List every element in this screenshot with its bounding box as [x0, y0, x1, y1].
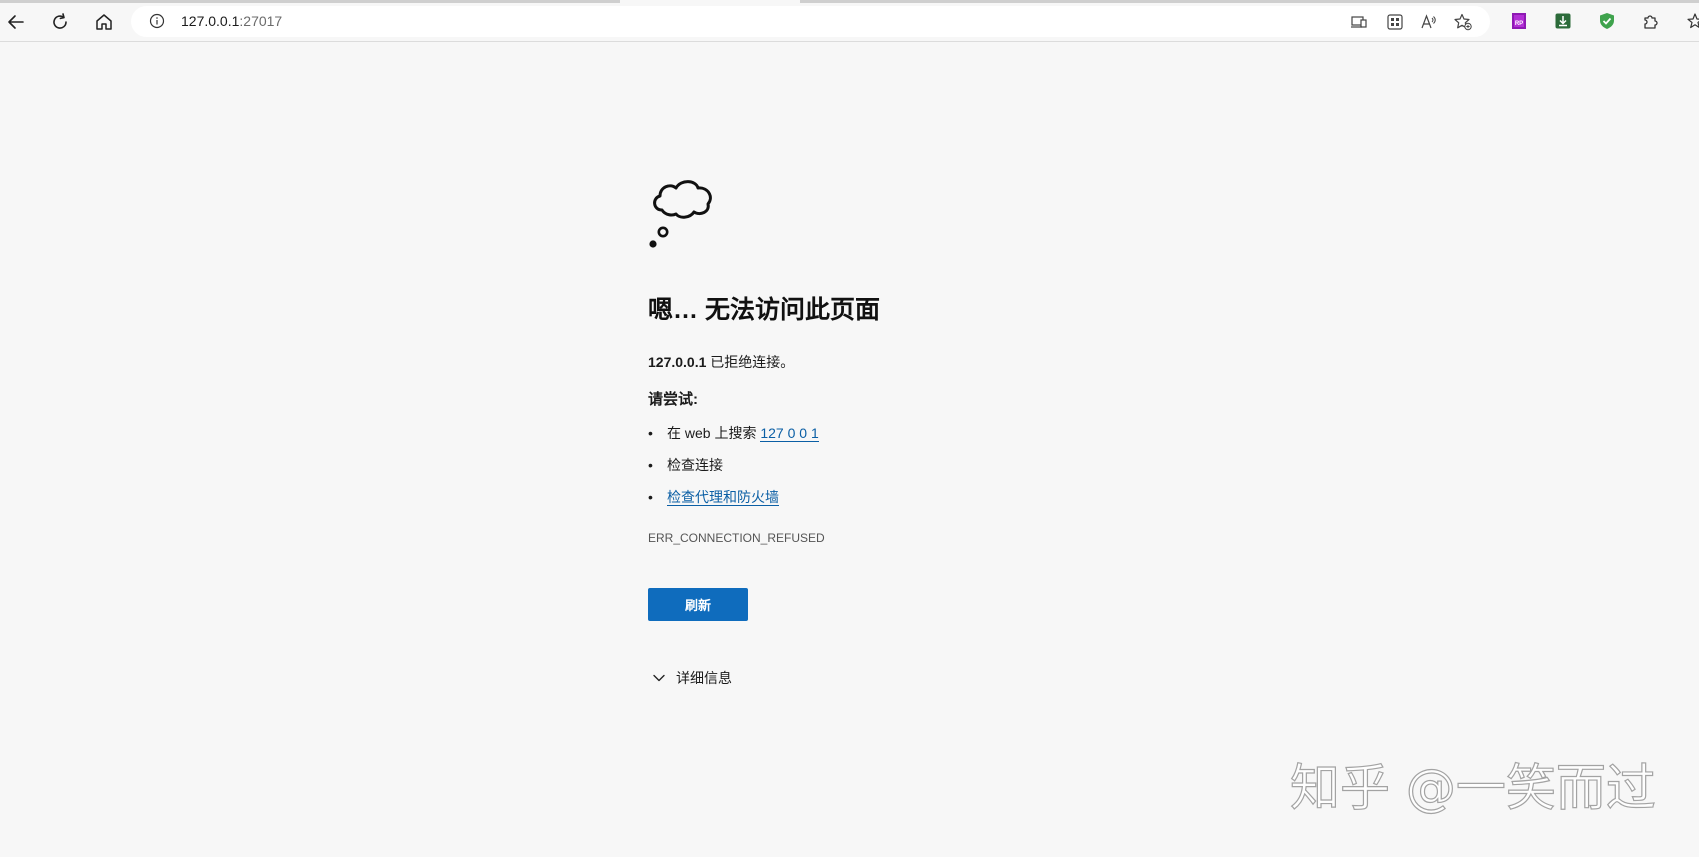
tab-strip-edge	[800, 0, 1699, 3]
error-title: 嗯… 无法访问此页面	[648, 296, 880, 324]
app-available-button[interactable]	[1349, 12, 1369, 32]
add-favorite-icon	[1454, 13, 1472, 31]
shield-extension-icon	[1600, 13, 1614, 29]
error-host: 127.0.0.1	[648, 354, 707, 370]
read-aloud-icon	[1421, 14, 1436, 29]
home-icon	[96, 14, 112, 30]
chevron-down-icon	[653, 674, 665, 682]
url-host: 127.0.0.1	[181, 13, 240, 29]
details-label: 详细信息	[676, 670, 732, 686]
axure-rp-extension-icon: RP	[1512, 13, 1526, 29]
shield-extension-button[interactable]	[1597, 11, 1617, 31]
app-available-icon	[1351, 16, 1367, 28]
error-desc-text: 已拒绝连接。	[706, 354, 795, 370]
browser-toolbar: 127.0.0.1:27017 RP	[0, 0, 1699, 42]
url-text[interactable]: 127.0.0.1:27017	[181, 13, 282, 30]
back-arrow-icon	[8, 15, 24, 29]
favorites-button[interactable]	[1685, 11, 1699, 31]
svg-text:RP: RP	[1515, 21, 1523, 27]
bullet: •	[648, 457, 653, 473]
favorites-icon	[1687, 13, 1699, 29]
check-proxy-wrapper: 检查代理和防火墙	[667, 488, 779, 506]
details-toggle[interactable]: 详细信息	[648, 668, 732, 688]
info-icon[interactable]	[149, 13, 165, 29]
search-prefix: 在 web 上搜索	[667, 425, 761, 441]
zhihu-watermark: 知乎 @一笑而过	[1289, 758, 1656, 817]
bullet: •	[648, 425, 653, 441]
extensions-button[interactable]	[1641, 11, 1661, 31]
refresh-button[interactable]: 刷新	[648, 588, 748, 621]
add-favorite-button[interactable]	[1453, 12, 1473, 32]
error-code: ERR_CONNECTION_REFUSED	[648, 531, 825, 545]
home-button[interactable]	[89, 7, 119, 37]
tab-strip-edge	[0, 0, 620, 3]
download-extension-button[interactable]	[1553, 11, 1573, 31]
check-connection-text: 检查连接	[667, 457, 723, 473]
extensions-puzzle-icon	[1644, 15, 1658, 29]
search-web-link[interactable]: 127 0 0 1	[760, 425, 819, 442]
url-port: :27017	[239, 13, 283, 29]
qr-code-icon	[1387, 14, 1403, 30]
read-aloud-button[interactable]	[1419, 12, 1439, 32]
address-bar[interactable]: 127.0.0.1:27017	[131, 6, 1490, 37]
reload-button[interactable]	[45, 7, 75, 37]
error-description: 127.0.0.1 已拒绝连接。	[648, 353, 794, 371]
suggestion-search-text: 在 web 上搜索 127 0 0 1	[667, 424, 819, 442]
check-proxy-link[interactable]: 检查代理和防火墙	[667, 489, 779, 506]
back-button[interactable]	[1, 7, 31, 37]
axure-rp-extension-button[interactable]: RP	[1509, 11, 1529, 31]
bullet: •	[648, 489, 653, 505]
download-extension-icon	[1555, 13, 1571, 29]
thought-cloud-icon	[649, 180, 712, 248]
reload-icon	[53, 13, 67, 29]
qr-code-button[interactable]	[1385, 12, 1405, 32]
try-label: 请尝试:	[648, 391, 698, 408]
